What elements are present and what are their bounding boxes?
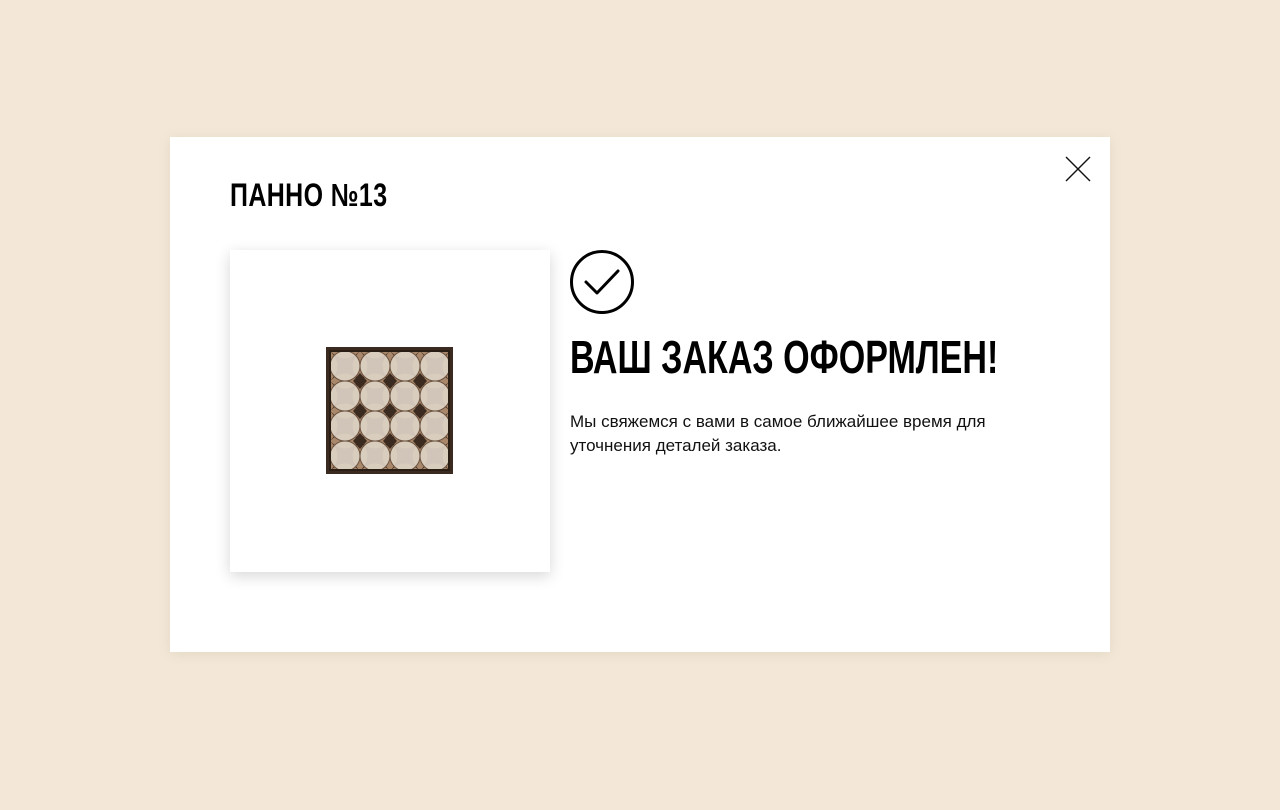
product-title: ПАННО №13: [230, 177, 388, 213]
success-heading: ВАШ ЗАКАЗ ОФОРМЛЕН!: [570, 331, 999, 383]
close-button[interactable]: [1064, 155, 1092, 183]
success-message: Мы свяжемся с вами в самое ближайшее вре…: [570, 412, 986, 455]
check-circle-icon: [570, 250, 634, 314]
product-image-card: [230, 250, 550, 572]
order-success-modal: ПАННО №13 ВАШ ЗАКАЗ ОФОРМЛЕН! Мы свяжемс…: [170, 137, 1110, 652]
close-icon: [1065, 156, 1091, 182]
product-image: [326, 347, 453, 474]
